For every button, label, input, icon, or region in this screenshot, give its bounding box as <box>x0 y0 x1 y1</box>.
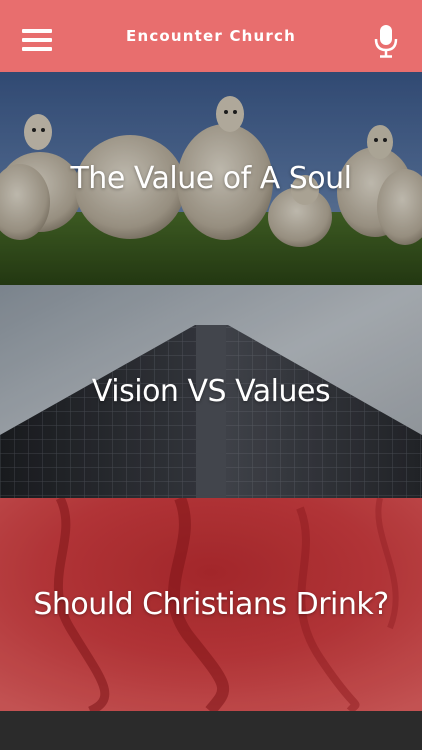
app-header: Encounter Church <box>0 0 422 72</box>
microphone-button[interactable] <box>374 24 398 58</box>
app-title: Encounter Church <box>126 27 296 45</box>
sermon-title: Should Christians Drink? <box>33 587 389 622</box>
sermon-card-vision-vs-values[interactable]: Vision VS Values <box>0 285 422 498</box>
sermon-card-should-christians-drink[interactable]: Should Christians Drink? <box>0 498 422 711</box>
sermon-card-value-of-a-soul[interactable]: The Value of A Soul <box>0 72 422 285</box>
sermon-title: Vision VS Values <box>91 374 331 409</box>
microphone-icon <box>374 25 398 58</box>
menu-button[interactable] <box>22 29 54 53</box>
hamburger-menu-icon-line <box>22 47 52 51</box>
bottom-bar <box>0 711 422 750</box>
hamburger-menu-icon <box>22 29 52 33</box>
sermon-title: The Value of A Soul <box>70 161 352 196</box>
hamburger-menu-icon-line <box>22 38 52 42</box>
